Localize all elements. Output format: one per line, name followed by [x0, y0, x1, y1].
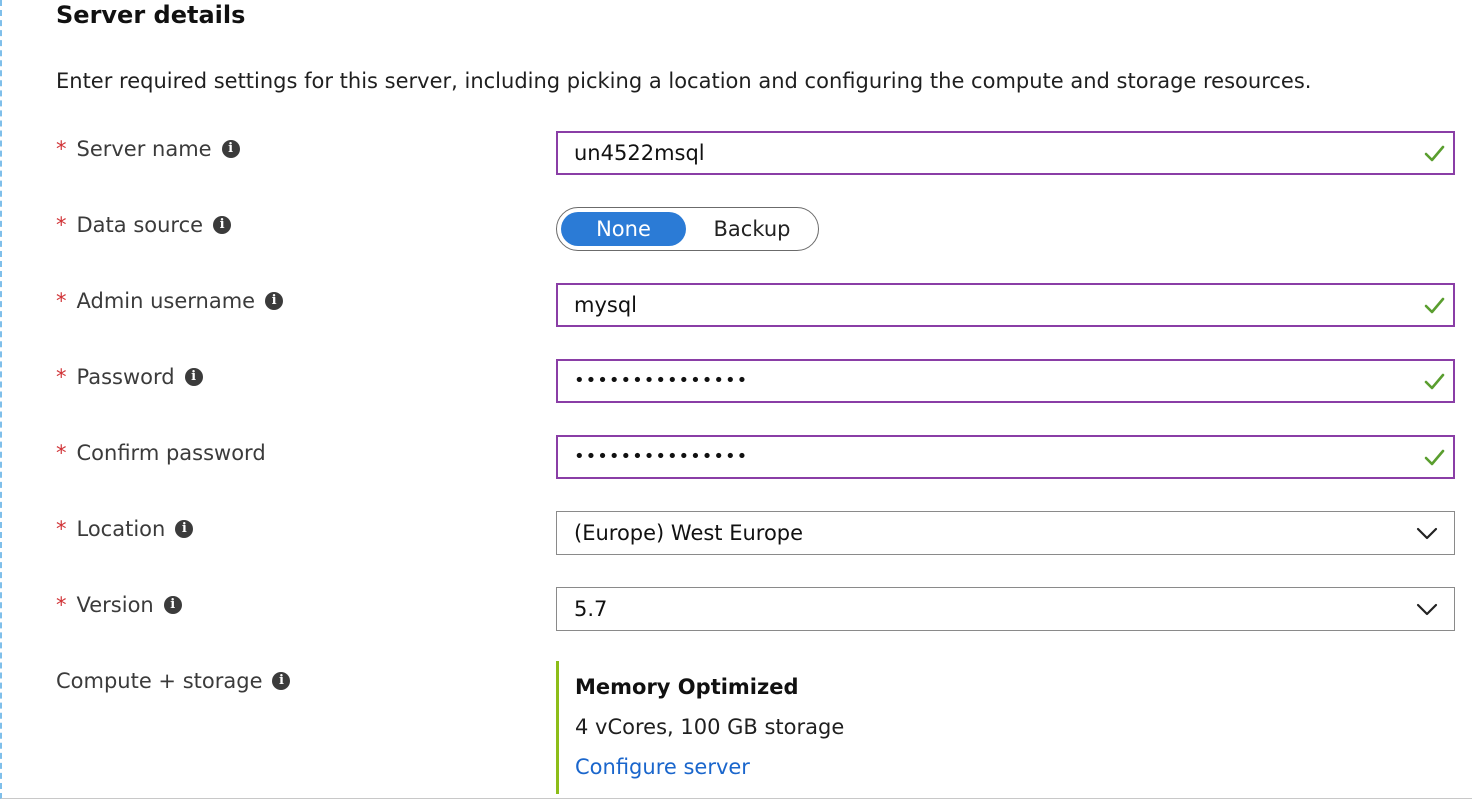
location-label-text: Location [76, 517, 166, 541]
info-icon[interactable]: i [221, 140, 240, 158]
location-select[interactable]: (Europe) West Europe [556, 511, 1455, 555]
password-label-text: Password [76, 365, 175, 389]
admin-username-value: mysql [574, 293, 637, 317]
compute-storage-label: Compute + storage i [56, 666, 291, 696]
location-label: * Location i [56, 514, 194, 544]
admin-username-input[interactable]: mysql [556, 283, 1455, 327]
check-icon [1424, 449, 1445, 466]
data-source-option-backup[interactable]: Backup [692, 212, 812, 246]
section-description: Enter required settings for this server,… [56, 69, 1312, 93]
password-value: ••••••••••••••• [574, 370, 749, 391]
confirm-password-label-text: Confirm password [76, 441, 266, 465]
required-marker: * [56, 441, 67, 465]
info-icon[interactable]: i [184, 368, 203, 386]
info-icon[interactable]: i [175, 520, 194, 538]
server-details-panel: Server details Enter required settings f… [0, 0, 1472, 799]
info-icon[interactable]: i [163, 596, 182, 614]
version-label: * Version i [56, 590, 182, 620]
password-label: * Password i [56, 362, 203, 392]
version-label-text: Version [76, 593, 154, 617]
required-marker: * [56, 517, 67, 541]
confirm-password-input[interactable]: ••••••••••••••• [556, 435, 1455, 479]
chevron-down-icon [1416, 603, 1438, 616]
required-marker: * [56, 365, 67, 389]
server-name-input[interactable]: un4522msql [556, 131, 1455, 175]
confirm-password-value: ••••••••••••••• [574, 446, 749, 467]
data-source-label: * Data source i [56, 210, 232, 240]
compute-detail: 4 vCores, 100 GB storage [575, 715, 845, 739]
data-source-toggle: None Backup [556, 207, 819, 251]
server-name-label-text: Server name [76, 137, 212, 161]
compute-tier: Memory Optimized [575, 675, 799, 699]
chevron-down-icon [1416, 527, 1438, 540]
check-icon [1424, 373, 1445, 390]
version-select[interactable]: 5.7 [556, 587, 1455, 631]
section-title: Server details [56, 1, 246, 29]
compute-storage-label-text: Compute + storage [56, 669, 263, 693]
location-value: (Europe) West Europe [574, 521, 804, 545]
check-icon [1424, 297, 1445, 314]
info-icon[interactable]: i [272, 672, 291, 690]
required-marker: * [56, 289, 67, 313]
info-icon[interactable]: i [213, 216, 232, 234]
required-marker: * [56, 137, 67, 161]
admin-username-label-text: Admin username [76, 289, 256, 313]
version-value: 5.7 [574, 597, 608, 621]
confirm-password-label: * Confirm password [56, 438, 266, 468]
check-icon [1424, 145, 1445, 162]
data-source-option-none[interactable]: None [561, 212, 686, 246]
compute-storage-summary: Memory Optimized 4 vCores, 100 GB storag… [556, 661, 844, 794]
server-name-label: * Server name i [56, 134, 240, 164]
configure-server-link[interactable]: Configure server [575, 753, 844, 781]
required-marker: * [56, 213, 67, 237]
admin-username-label: * Admin username i [56, 286, 284, 316]
server-name-value: un4522msql [574, 141, 705, 165]
password-input[interactable]: ••••••••••••••• [556, 359, 1455, 403]
data-source-label-text: Data source [76, 213, 204, 237]
required-marker: * [56, 593, 67, 617]
info-icon[interactable]: i [265, 292, 284, 310]
